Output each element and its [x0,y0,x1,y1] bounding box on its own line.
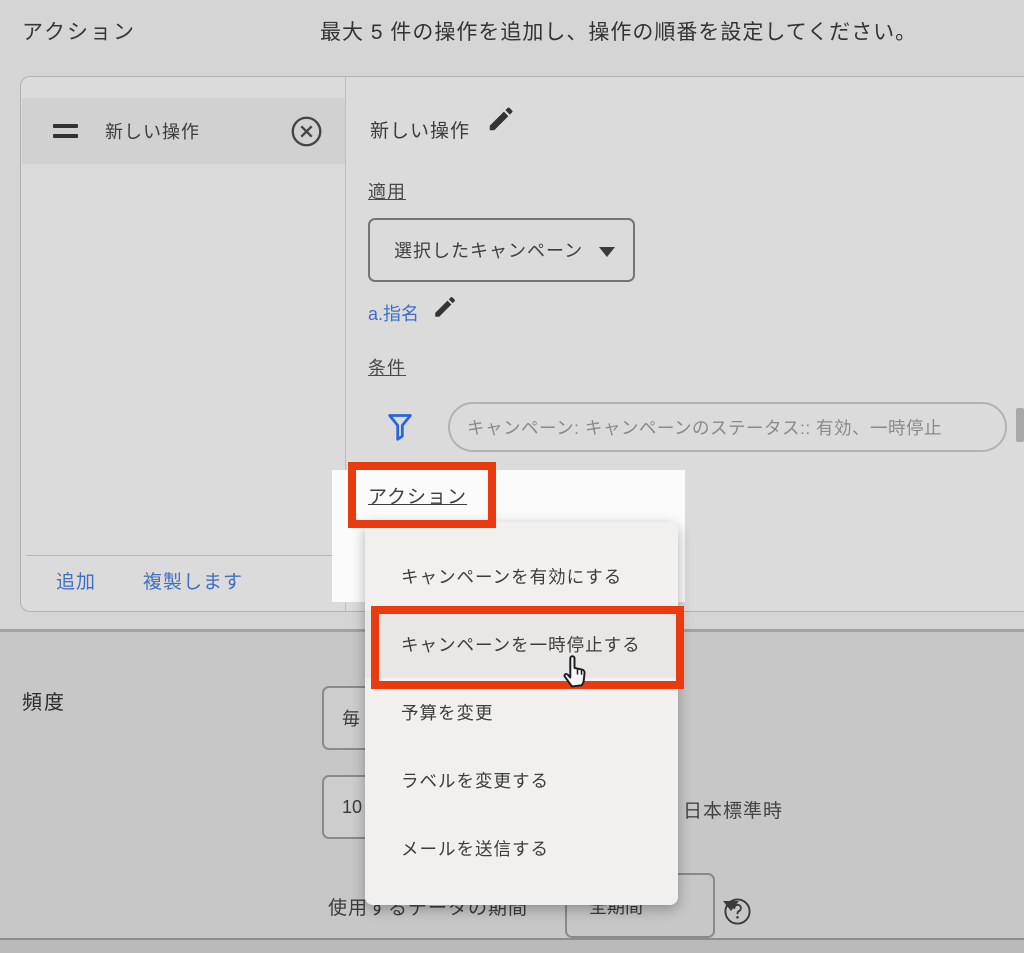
drag-handle-icon[interactable] [53,98,79,164]
section-title: アクション [22,16,136,46]
condition-link[interactable]: 条件 [368,354,406,380]
list-footer-divider [26,555,346,556]
action-detail-title: 新しい操作 [370,116,470,143]
action-menu: キャンペーンを有効にする キャンペーンを一時停止する 予算を変更 ラベルを変更す… [365,522,678,905]
apply-link[interactable]: 適用 [368,178,406,204]
action-dropdown-link[interactable]: アクション [368,482,467,509]
automated-rule-action-page: アクション 最大 5 件の操作を追加し、操作の順番を設定してください。 新しい操… [0,0,1024,953]
action-list-panel: 新しい操作 追加 複製します [21,77,346,611]
timezone-label: 日本標準時 [683,796,783,823]
duplicate-action-button[interactable]: 複製します [143,567,243,594]
frequency-time-value: 10 [342,797,362,818]
edit-title-icon[interactable] [486,104,516,134]
menu-item-pause-campaign[interactable]: キャンペーンを一時停止する [365,610,678,678]
help-icon[interactable] [723,897,752,926]
menu-item-change-label[interactable]: ラベルを変更する [365,746,678,814]
frequency-label: 頻度 [22,686,66,715]
scope-select[interactable]: 選択したキャンペーン [368,218,635,282]
menu-item-enable-campaign[interactable]: キャンペーンを有効にする [365,542,678,610]
scope-selected-value: 選択したキャンペーン [394,237,583,263]
action-list-item[interactable]: 新しい操作 [22,98,345,164]
edit-campaign-icon[interactable] [432,294,458,320]
clipped-edge-element [1016,408,1024,442]
menu-item-send-email[interactable]: メールを送信する [365,814,678,882]
menu-item-change-budget[interactable]: 予算を変更 [365,678,678,746]
remove-action-icon[interactable] [290,115,323,148]
section-instruction: 最大 5 件の操作を追加し、操作の順番を設定してください。 [320,16,917,46]
filter-chip[interactable]: キャンペーン: キャンペーンのステータス:: 有効、一時停止 [448,402,1007,452]
frequency-unit-value: 毎 [342,705,360,731]
caret-down-icon [599,247,615,257]
add-action-button[interactable]: 追加 [56,567,96,594]
hand-cursor-icon [558,650,594,690]
campaign-link[interactable]: a.指名 [368,300,419,326]
bottom-divider [0,938,1024,953]
filter-chip-text: キャンペーン: キャンペーンのステータス:: 有効、一時停止 [467,415,942,440]
filter-icon[interactable] [386,412,414,442]
action-item-title: 新しい操作 [105,118,200,144]
